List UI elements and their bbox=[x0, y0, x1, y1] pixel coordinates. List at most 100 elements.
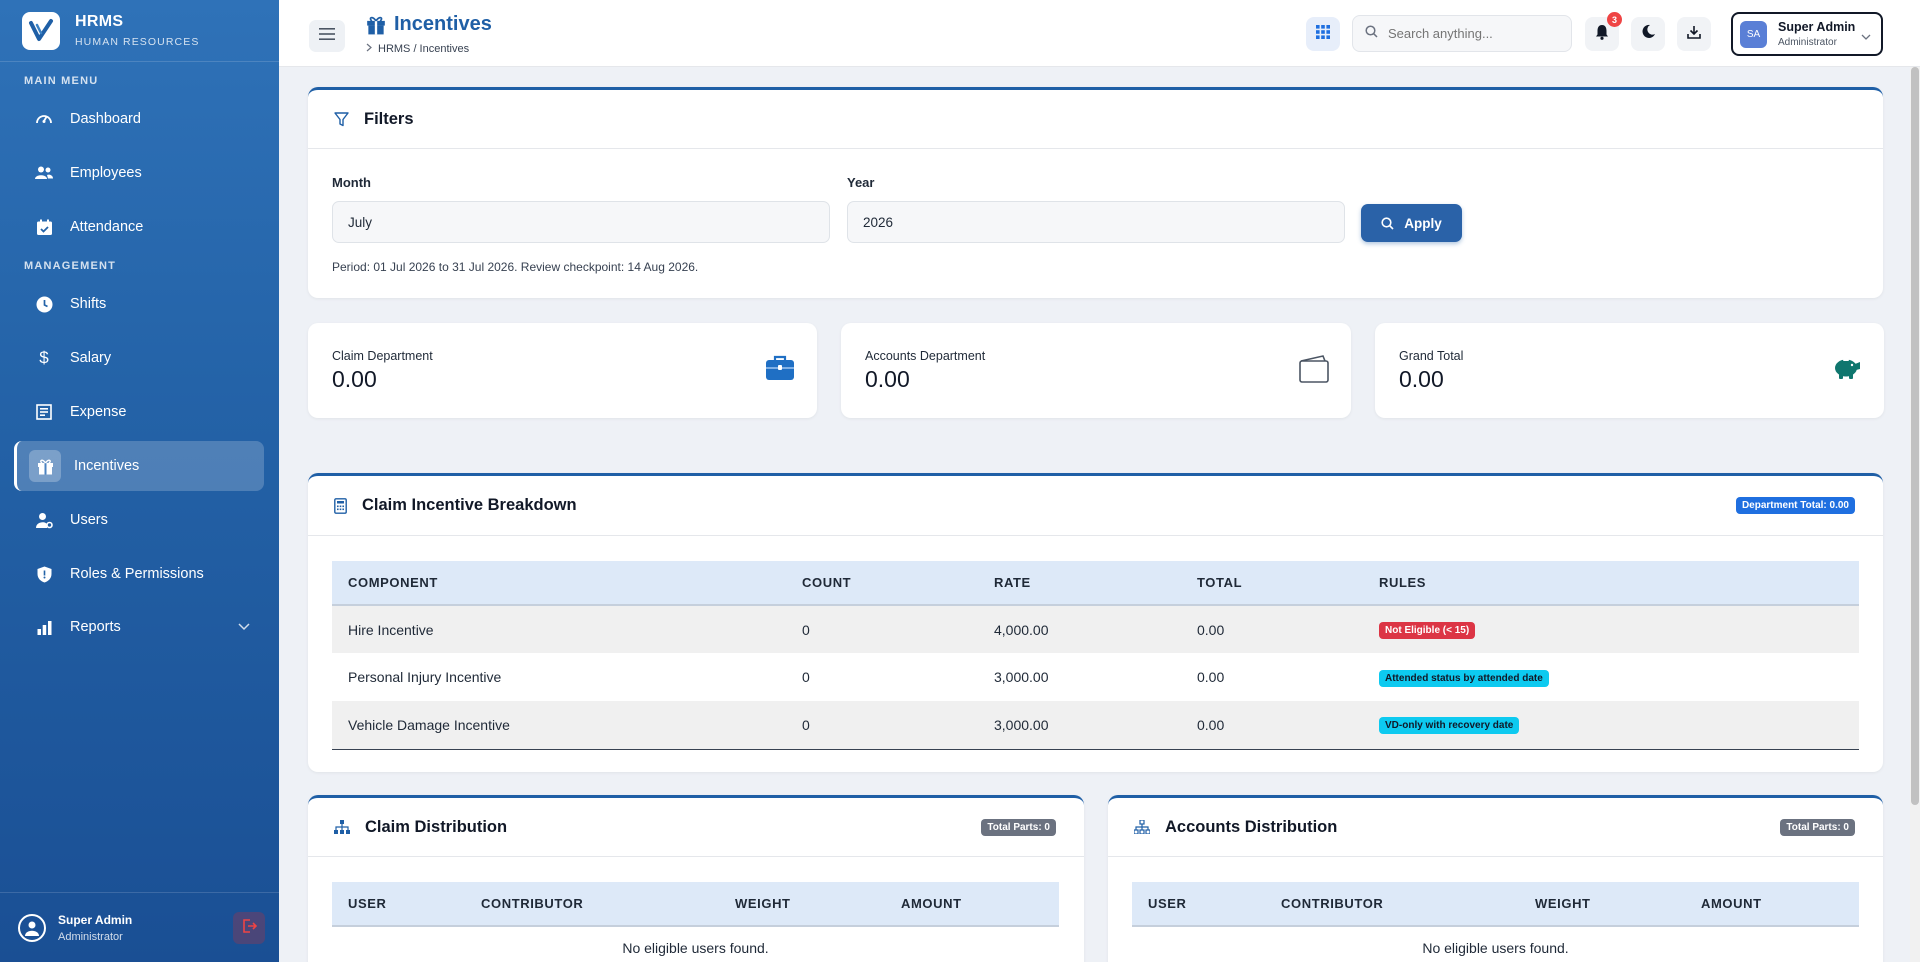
download-icon bbox=[1687, 25, 1701, 44]
accounts-distribution-title: Accounts Distribution bbox=[1165, 817, 1338, 836]
column-header: USER bbox=[332, 882, 465, 927]
count-cell: 0 bbox=[786, 701, 978, 750]
column-header: TOTAL bbox=[1181, 561, 1363, 606]
component-cell: Vehicle Damage Incentive bbox=[332, 701, 786, 750]
department-total-badge: Department Total: 0.00 bbox=[1735, 497, 1855, 514]
menu-toggle-button[interactable] bbox=[309, 20, 345, 52]
sidebar-item-label: Employees bbox=[70, 165, 142, 181]
accounts-distribution-table: USER CONTRIBUTOR WEIGHT AMOUNT No eligib… bbox=[1132, 882, 1859, 962]
clock-icon bbox=[34, 294, 54, 314]
piggy-bank-icon bbox=[1832, 355, 1862, 386]
month-select[interactable]: July bbox=[332, 201, 830, 243]
sidebar-item-label: Shifts bbox=[70, 296, 107, 312]
sidebar-item-label: Dashboard bbox=[70, 111, 141, 127]
rate-cell: 3,000.00 bbox=[994, 669, 1049, 685]
sidebar-item-reports[interactable]: Reports bbox=[14, 602, 264, 652]
column-header: RULES bbox=[1363, 561, 1859, 606]
filters-title: Filters bbox=[364, 109, 414, 128]
year-input[interactable]: 2026 bbox=[847, 201, 1345, 243]
component-cell: Hire Incentive bbox=[332, 605, 786, 653]
sidebar-item-dashboard[interactable]: Dashboard bbox=[14, 94, 264, 144]
download-button[interactable] bbox=[1677, 17, 1711, 51]
search-input[interactable] bbox=[1388, 26, 1558, 41]
sidebar-item-roles-permissions[interactable]: Roles & Permissions bbox=[14, 549, 264, 599]
breakdown-table: COMPONENT COUNT RATE TOTAL RULES Hire In… bbox=[332, 561, 1859, 750]
column-header: COMPONENT bbox=[332, 561, 786, 606]
gift-icon bbox=[366, 15, 386, 35]
stat-card-claim: Claim Department 0.00 bbox=[308, 323, 817, 418]
component-cell: Personal Injury Incentive bbox=[348, 669, 502, 685]
sidebar-item-label: Attendance bbox=[70, 219, 144, 235]
total-parts-badge: Total Parts: 0 bbox=[981, 818, 1056, 836]
sidebar-user-profile: Super Admin Administrator bbox=[0, 892, 279, 962]
notification-count-badge: 3 bbox=[1607, 12, 1622, 27]
page-title: Incentives bbox=[394, 13, 492, 35]
brand-subtitle: HUMAN RESOURCES bbox=[75, 36, 200, 48]
apply-button[interactable]: Apply bbox=[1361, 204, 1462, 242]
user-name: Super Admin bbox=[1778, 20, 1856, 34]
sidebar-user-name: Super Admin bbox=[58, 912, 133, 927]
rate-cell: 3,000.00 bbox=[978, 701, 1181, 750]
brand-title: HRMS bbox=[75, 13, 124, 30]
sidebar-item-users[interactable]: Users bbox=[14, 495, 264, 545]
year-value: 2026 bbox=[863, 214, 894, 230]
sidebar-item-label: Expense bbox=[70, 404, 127, 420]
sidebar-item-label: Incentives bbox=[74, 458, 140, 474]
gift-icon bbox=[29, 450, 61, 482]
table-row: Personal Injury Incentive 0 3,000.00 0.0… bbox=[332, 653, 1859, 701]
month-value: July bbox=[348, 214, 373, 230]
empty-row: No eligible users found. bbox=[332, 926, 1059, 962]
grid-icon bbox=[1316, 24, 1330, 44]
people-icon bbox=[34, 163, 54, 183]
theme-toggle-button[interactable] bbox=[1631, 17, 1665, 51]
apps-grid-button[interactable] bbox=[1306, 17, 1340, 51]
column-header: AMOUNT bbox=[1685, 882, 1859, 927]
sidebar-item-attendance[interactable]: Attendance bbox=[14, 202, 264, 252]
sidebar-item-label: Salary bbox=[70, 350, 112, 366]
claim-distribution-card: Claim Distribution Total Parts: 0 USER C… bbox=[308, 795, 1084, 962]
year-label: Year bbox=[847, 175, 875, 190]
sitemap-icon bbox=[1134, 820, 1150, 834]
period-note: Period: 01 Jul 2026 to 31 Jul 2026. Revi… bbox=[332, 260, 699, 274]
moon-icon bbox=[1641, 24, 1656, 44]
logout-button[interactable] bbox=[233, 912, 265, 944]
filter-icon bbox=[334, 111, 349, 127]
section-management: MANAGEMENT bbox=[24, 260, 117, 272]
breadcrumb-text[interactable]: HRMS / Incentives bbox=[378, 43, 469, 55]
empty-message: No eligible users found. bbox=[1132, 926, 1859, 962]
search-box[interactable] bbox=[1352, 15, 1572, 52]
scrollbar-thumb[interactable] bbox=[1911, 67, 1919, 805]
brand[interactable]: HRMS HUMAN RESOURCES bbox=[0, 0, 279, 62]
bell-icon bbox=[1595, 24, 1609, 45]
hamburger-icon bbox=[319, 27, 335, 45]
sidebar: HRMS HUMAN RESOURCES MAIN MENU Dashboard… bbox=[0, 0, 279, 962]
page-scrollbar[interactable] bbox=[1910, 67, 1920, 962]
total-cell: 0.00 bbox=[1181, 701, 1363, 750]
shield-icon bbox=[34, 564, 54, 584]
notifications-button[interactable]: 3 bbox=[1585, 12, 1622, 51]
table-row: Vehicle Damage Incentive 0 3,000.00 0.00… bbox=[332, 701, 1859, 750]
sidebar-item-shifts[interactable]: Shifts bbox=[14, 279, 264, 329]
calculator-icon bbox=[334, 497, 347, 514]
user-menu-button[interactable]: SA Super Admin Administrator bbox=[1731, 12, 1883, 56]
dollar-icon: $ bbox=[39, 348, 49, 367]
claim-distribution-title: Claim Distribution bbox=[365, 817, 508, 836]
brand-logo-icon bbox=[22, 11, 60, 50]
column-header: CONTRIBUTOR bbox=[1265, 882, 1519, 927]
sidebar-item-expense[interactable]: Expense bbox=[14, 387, 264, 437]
user-avatar-icon bbox=[18, 913, 46, 942]
sidebar-item-incentives[interactable]: Incentives bbox=[14, 441, 264, 491]
chevron-down-icon bbox=[238, 619, 250, 635]
total-cell: 0.00 bbox=[1181, 605, 1363, 653]
sidebar-item-label: Reports bbox=[70, 619, 121, 635]
stat-value: 0.00 bbox=[865, 366, 910, 392]
sidebar-item-employees[interactable]: Employees bbox=[14, 148, 264, 198]
sidebar-item-label: Users bbox=[70, 512, 108, 528]
column-header: USER bbox=[1132, 882, 1265, 927]
stat-value: 0.00 bbox=[1399, 366, 1444, 392]
total-parts-badge: Total Parts: 0 bbox=[1780, 818, 1855, 836]
user-gear-icon bbox=[34, 510, 54, 530]
breakdown-title: Claim Incentive Breakdown bbox=[362, 496, 577, 514]
sidebar-item-salary[interactable]: $ Salary bbox=[14, 333, 264, 383]
avatar: SA bbox=[1740, 20, 1767, 48]
